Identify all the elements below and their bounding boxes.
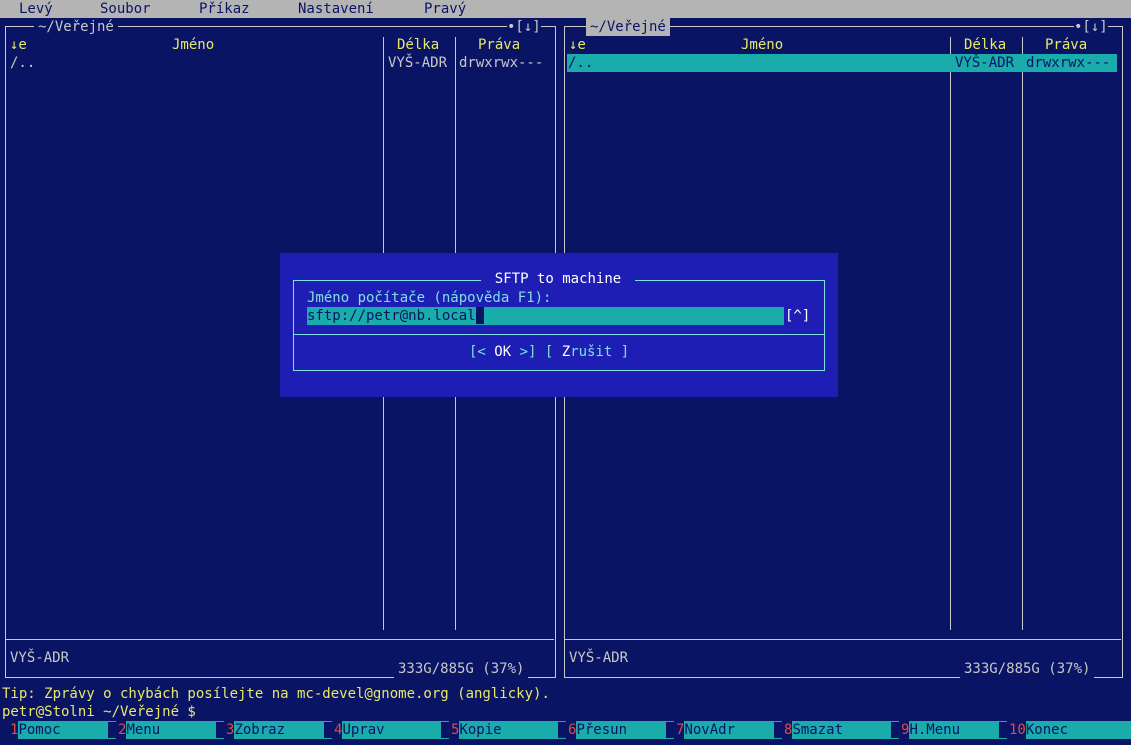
menu-nastaveni[interactable]: Nastavení xyxy=(298,0,374,18)
left-status: VYŠ-ADR xyxy=(10,650,70,666)
menu-pravy[interactable]: Pravý xyxy=(424,0,466,18)
right-col-size[interactable]: Délka xyxy=(964,36,1006,54)
f10-quit-key[interactable]: 10Konec xyxy=(999,721,1131,739)
dialog-separator xyxy=(293,334,825,335)
right-free-space: 333G/885G (37%) xyxy=(960,660,1095,678)
ok-button[interactable]: [< OK >] xyxy=(469,344,536,360)
f8-delete-key[interactable]: 8Smazat xyxy=(774,721,900,739)
left-sort-indicator[interactable]: ↓e xyxy=(10,36,27,54)
left-col-size[interactable]: Délka xyxy=(397,36,439,54)
f9-menu-key[interactable]: 9H.Menu xyxy=(891,721,1008,739)
f4-edit-key[interactable]: 4Uprav xyxy=(324,721,450,739)
right-file-row-selected[interactable]: /.. VYŠ-ADR drwxrwx--- xyxy=(567,54,1117,72)
file-perms: drwxrwx--- xyxy=(1026,55,1111,71)
menu-levy[interactable]: Levý xyxy=(19,0,53,18)
left-col-name[interactable]: Jméno xyxy=(172,36,214,54)
tip-line: Tip: Zprávy o chybách posílejte na mc-de… xyxy=(2,686,550,702)
right-col-perms[interactable]: Práva xyxy=(1045,36,1087,54)
dialog-title: SFTP to machine xyxy=(481,270,635,288)
shell-prompt[interactable]: petr@Stolni ~/Veřejné $ xyxy=(2,703,196,721)
f5-copy-key[interactable]: 5Kopie xyxy=(441,721,567,739)
menu-bar: Levý Soubor Příkaz Nastavení Pravý xyxy=(0,0,1131,18)
right-panel-sort-toggle[interactable]: •[↓] xyxy=(1074,18,1108,36)
menu-prikaz[interactable]: Příkaz xyxy=(199,0,250,18)
left-file-row[interactable]: /.. VYŠ-ADR drwxrwx--- xyxy=(6,54,553,72)
left-col-perms[interactable]: Práva xyxy=(478,36,520,54)
right-status: VYŠ-ADR xyxy=(569,650,629,666)
text-cursor xyxy=(475,307,484,324)
left-free-space: 333G/885G (37%) xyxy=(394,660,529,678)
right-col-divider xyxy=(1022,37,1023,630)
left-panel-sort-toggle[interactable]: •[↓] xyxy=(507,18,541,36)
right-panel-path[interactable]: ~/Veřejné xyxy=(586,18,670,36)
function-key-bar: 1Pomoc 2Menu 3Zobraz 4Uprav 5Kopie 6Přes… xyxy=(0,721,1131,745)
history-button[interactable]: [^] xyxy=(785,307,811,325)
f2-menu-key[interactable]: 2Menu xyxy=(108,721,225,739)
hostname-label: Jméno počítače (nápověda F1): xyxy=(307,290,552,306)
file-name: /.. xyxy=(10,55,36,71)
dialog-buttons: [< OK >] [ Zrušit ] xyxy=(469,343,629,361)
right-col-name[interactable]: Jméno xyxy=(741,36,783,54)
left-status-divider xyxy=(6,639,554,640)
hostname-input[interactable]: sftp://petr@nb.local xyxy=(307,307,784,325)
file-size: VYŠ-ADR xyxy=(955,55,1015,71)
file-name: /.. xyxy=(568,55,594,71)
f7-mkdir-key[interactable]: 7NovAdr xyxy=(666,721,783,739)
f1-help-key[interactable]: 1Pomoc xyxy=(0,721,117,739)
hostname-input-value: sftp://petr@nb.local xyxy=(307,307,484,325)
right-sort-indicator[interactable]: ↓e xyxy=(569,36,586,54)
sftp-dialog: SFTP to machine Jméno počítače (nápověda… xyxy=(280,253,838,397)
menu-soubor[interactable]: Soubor xyxy=(100,0,151,18)
cancel-button[interactable]: [ Zrušit ] xyxy=(545,344,629,360)
right-status-divider xyxy=(565,639,1121,640)
right-col-divider xyxy=(950,37,951,630)
left-panel-path[interactable]: ~/Veřejné xyxy=(34,18,118,36)
file-perms: drwxrwx--- xyxy=(459,55,544,71)
f6-move-key[interactable]: 6Přesun xyxy=(558,721,675,739)
file-size: VYŠ-ADR xyxy=(388,55,448,71)
f3-view-key[interactable]: 3Zobraz xyxy=(216,721,333,739)
